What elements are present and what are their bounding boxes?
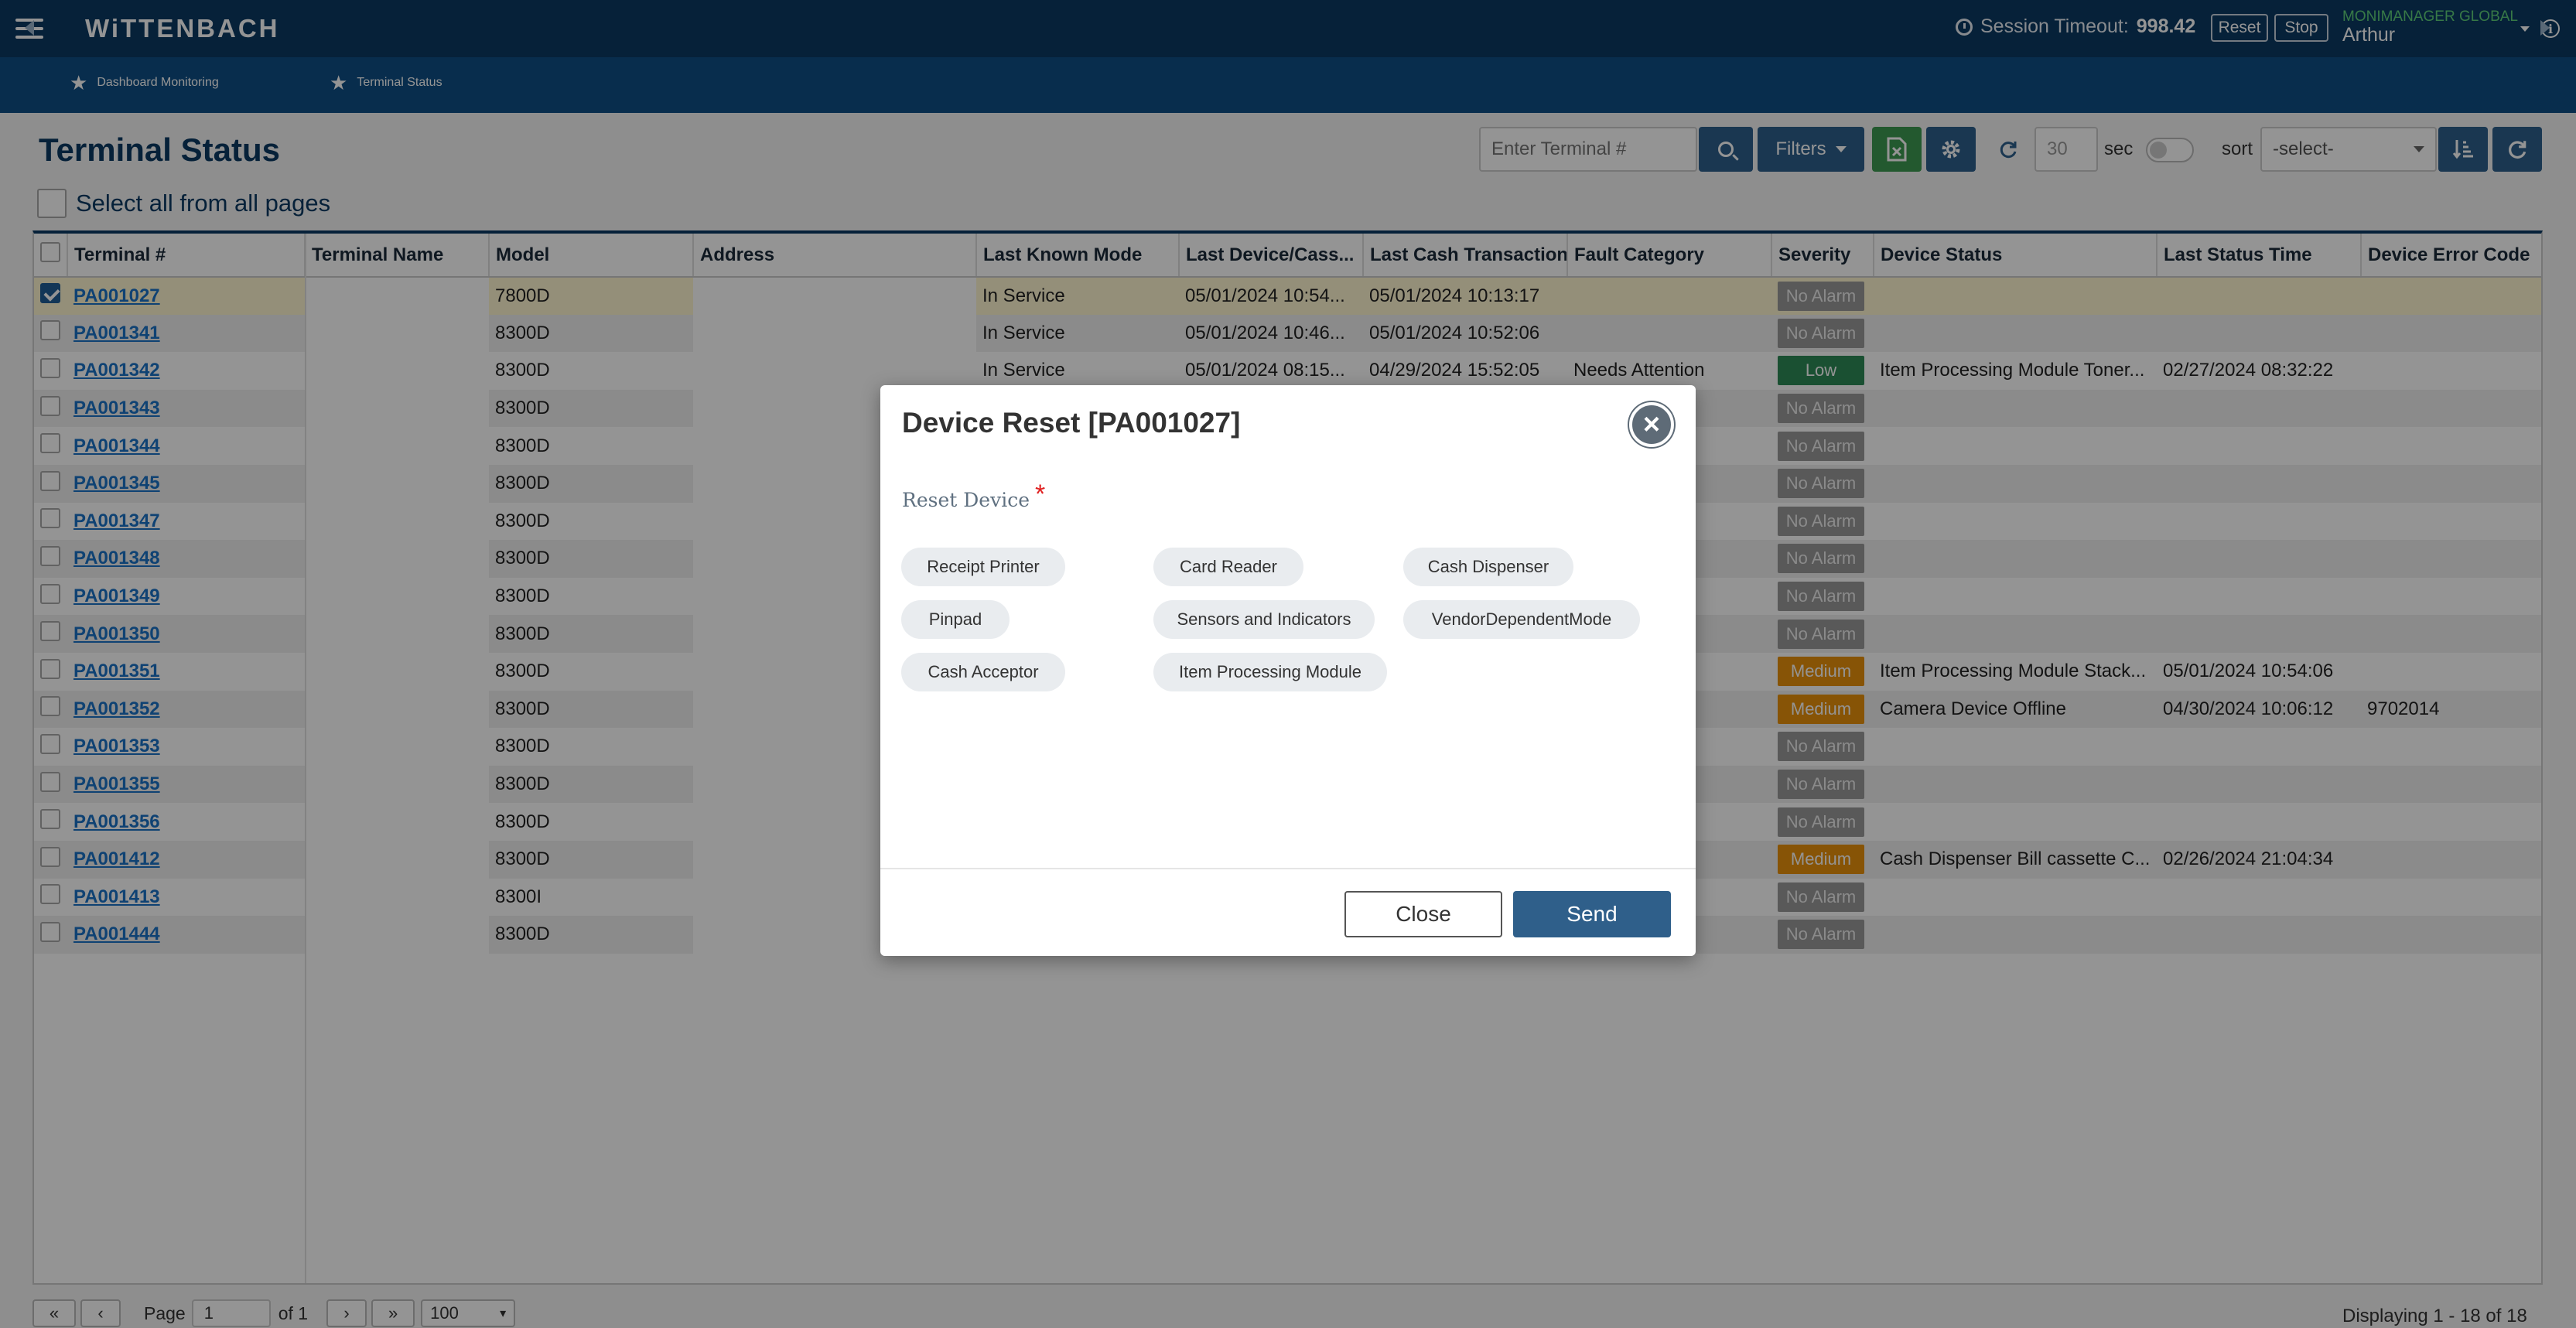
reset-option-sensors-indicators[interactable]: Sensors and Indicators <box>1153 600 1375 639</box>
reset-option-card-reader[interactable]: Card Reader <box>1153 548 1303 586</box>
device-reset-modal: Device Reset [PA001027] × Reset Device *… <box>880 385 1696 956</box>
reset-option-item-processing-module[interactable]: Item Processing Module <box>1153 653 1387 691</box>
reset-option-cash-acceptor[interactable]: Cash Acceptor <box>901 653 1065 691</box>
required-indicator: * <box>1035 480 1046 509</box>
reset-option-vendor-dependent-mode[interactable]: VendorDependentMode <box>1403 600 1640 639</box>
send-button[interactable]: Send <box>1513 891 1671 937</box>
modal-footer-divider <box>880 868 1696 869</box>
modal-close-icon[interactable]: × <box>1629 402 1674 447</box>
reset-option-receipt-printer[interactable]: Receipt Printer <box>901 548 1065 586</box>
reset-option-pinpad[interactable]: Pinpad <box>901 600 1010 639</box>
reset-device-label: Reset Device <box>902 489 1030 511</box>
modal-title: Device Reset [PA001027] <box>902 407 1241 439</box>
reset-option-cash-dispenser[interactable]: Cash Dispenser <box>1403 548 1573 586</box>
close-button[interactable]: Close <box>1344 891 1502 937</box>
